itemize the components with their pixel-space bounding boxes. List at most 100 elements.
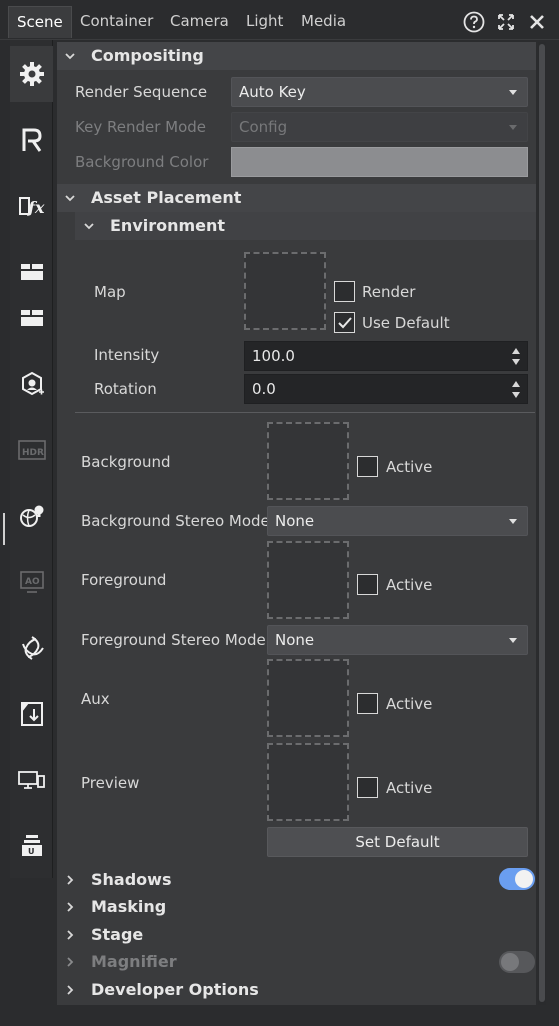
- chevron-down-icon: [509, 519, 517, 524]
- scrollbar-thumb[interactable]: [539, 44, 545, 1002]
- use-default-checkbox[interactable]: [334, 312, 355, 333]
- stack-icon[interactable]: U: [10, 818, 53, 874]
- foreground-stereo-mode-value: None: [275, 631, 315, 649]
- rotation-field[interactable]: 0.0: [244, 374, 528, 404]
- chevron-down-icon: [509, 90, 517, 95]
- intensity-value: 100.0: [252, 347, 295, 365]
- foreground-label: Foreground: [81, 571, 167, 589]
- intensity-field[interactable]: 100.0: [244, 341, 528, 371]
- spin-up-icon[interactable]: [512, 348, 520, 354]
- svg-text:U: U: [28, 847, 35, 856]
- preview-active-checkbox[interactable]: [357, 777, 378, 798]
- devices-icon[interactable]: [10, 752, 53, 808]
- foreground-texture-slot[interactable]: [267, 541, 349, 619]
- background-active-label: Active: [386, 458, 433, 476]
- map-label: Map: [94, 283, 126, 301]
- chevron-right-icon[interactable]: [64, 984, 76, 996]
- rotation-value: 0.0: [252, 380, 276, 398]
- shadows-title: Shadows: [91, 870, 172, 889]
- globe-light-icon[interactable]: [10, 488, 53, 544]
- rotation-label: Rotation: [94, 380, 157, 398]
- tab-light[interactable]: Light: [238, 6, 291, 36]
- chevron-right-icon[interactable]: [64, 929, 76, 941]
- svg-text:AO: AO: [25, 577, 40, 587]
- compositing-title: Compositing: [91, 46, 204, 65]
- tab-camera[interactable]: Camera: [162, 6, 237, 36]
- toggle-knob: [515, 870, 533, 888]
- spin-down-icon[interactable]: [512, 392, 520, 398]
- background-texture-slot[interactable]: [267, 422, 349, 500]
- chevron-down-icon[interactable]: [64, 50, 76, 62]
- render-r-icon[interactable]: [10, 112, 53, 168]
- chevron-right-icon[interactable]: [64, 956, 76, 968]
- background-color-label: Background Color: [75, 153, 209, 171]
- render-label: Render: [362, 283, 416, 301]
- spin-up-icon[interactable]: [512, 381, 520, 387]
- render-sequence-value: Auto Key: [239, 83, 306, 101]
- render-sequence-dropdown[interactable]: Auto Key: [231, 77, 528, 107]
- close-icon[interactable]: [526, 11, 548, 33]
- magnifier-title[interactable]: Magnifier: [91, 952, 177, 971]
- toggle-knob: [501, 953, 519, 971]
- import-icon[interactable]: [10, 686, 53, 742]
- help-icon[interactable]: [463, 11, 485, 33]
- svg-text:HDR: HDR: [22, 448, 44, 458]
- background-label: Background: [81, 453, 171, 471]
- magnifier-toggle[interactable]: [499, 951, 535, 973]
- expand-icon[interactable]: [495, 11, 517, 33]
- hdr-icon[interactable]: HDR: [10, 422, 53, 478]
- sidebar: fx HDR AO U: [10, 40, 53, 878]
- background-stereo-mode-dropdown[interactable]: None: [267, 506, 528, 536]
- developer-options-title[interactable]: Developer Options: [91, 980, 259, 999]
- foreground-stereo-mode-dropdown[interactable]: None: [267, 625, 528, 655]
- set-default-button[interactable]: Set Default: [267, 827, 528, 857]
- chevron-down-icon[interactable]: [64, 192, 76, 204]
- tab-scene[interactable]: Scene: [8, 6, 72, 38]
- preview-active-label: Active: [386, 779, 433, 797]
- stage-title[interactable]: Stage: [91, 925, 143, 944]
- aux-label: Aux: [81, 690, 110, 708]
- background-stereo-mode-label: Background Stereo Mode: [81, 512, 270, 530]
- asset-placement-title: Asset Placement: [91, 188, 242, 207]
- lens-icon[interactable]: [10, 620, 53, 676]
- spin-down-icon[interactable]: [512, 359, 520, 365]
- chevron-down-icon: [509, 638, 517, 643]
- chevron-down-icon[interactable]: [83, 220, 95, 232]
- divider: [75, 412, 535, 413]
- key-render-mode-dropdown[interactable]: Config: [231, 112, 528, 142]
- scene-object-icon[interactable]: [10, 356, 53, 412]
- layers-bottom-icon[interactable]: [10, 290, 53, 346]
- tab-media[interactable]: Media: [293, 6, 354, 36]
- aux-active-checkbox[interactable]: [357, 693, 378, 714]
- svg-text:fx: fx: [27, 198, 45, 217]
- sidebar-scroll-marker: [3, 513, 5, 545]
- ao-icon[interactable]: AO: [10, 554, 53, 610]
- map-texture-slot[interactable]: [244, 252, 326, 330]
- chevron-down-icon: [509, 125, 517, 130]
- aux-texture-slot[interactable]: [267, 659, 349, 737]
- background-stereo-mode-value: None: [275, 512, 315, 530]
- tab-bar: Scene Container Camera Light Media: [0, 0, 559, 40]
- chevron-right-icon[interactable]: [64, 874, 76, 886]
- aux-active-label: Active: [386, 695, 433, 713]
- preview-texture-slot[interactable]: [267, 743, 349, 821]
- fx-icon[interactable]: fx: [10, 178, 53, 234]
- render-checkbox[interactable]: [334, 281, 355, 302]
- background-active-checkbox[interactable]: [357, 456, 378, 477]
- masking-title[interactable]: Masking: [91, 897, 166, 916]
- checkmark-icon: [338, 317, 352, 329]
- foreground-active-checkbox[interactable]: [357, 574, 378, 595]
- foreground-stereo-mode-label: Foreground Stereo Mode: [81, 631, 266, 649]
- shadows-toggle[interactable]: [499, 868, 535, 890]
- use-default-label: Use Default: [362, 314, 450, 332]
- intensity-label: Intensity: [94, 346, 160, 364]
- background-color-swatch[interactable]: [231, 147, 528, 177]
- foreground-active-label: Active: [386, 576, 433, 594]
- tab-container[interactable]: Container: [72, 6, 161, 36]
- render-sequence-label: Render Sequence: [75, 83, 208, 101]
- gear-icon[interactable]: [10, 46, 53, 102]
- environment-title: Environment: [110, 216, 226, 235]
- chevron-right-icon[interactable]: [64, 901, 76, 913]
- preview-label: Preview: [81, 774, 140, 792]
- key-render-mode-label: Key Render Mode: [75, 118, 207, 136]
